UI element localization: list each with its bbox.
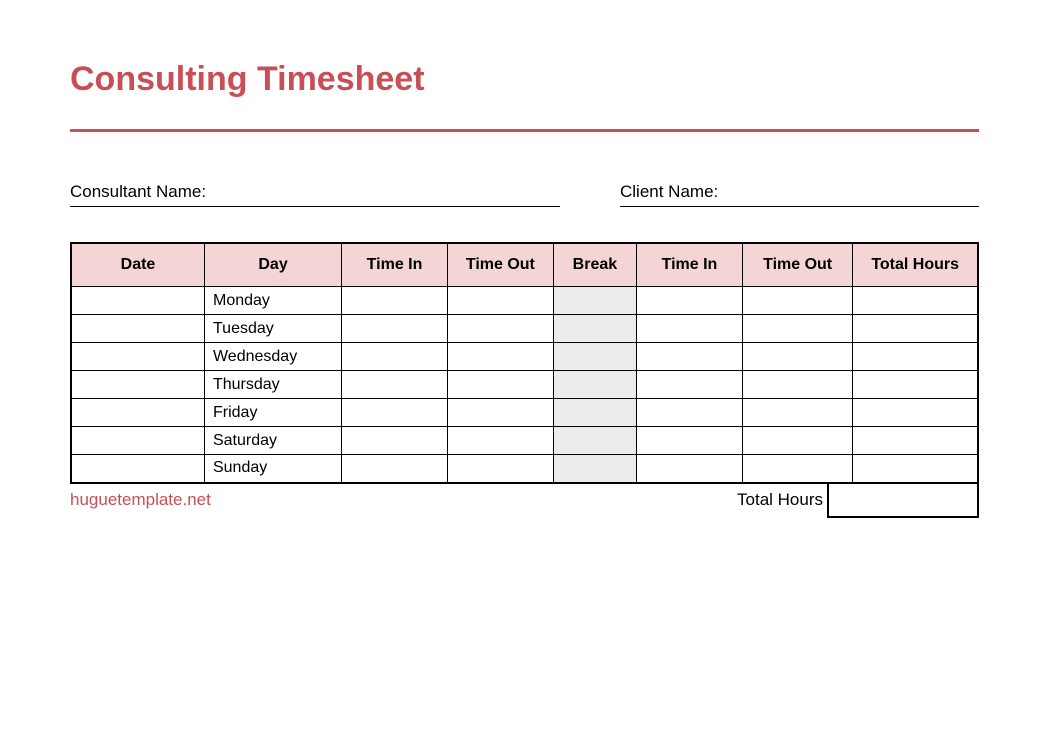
cell-date[interactable]: [71, 427, 204, 455]
cell-time-out-1[interactable]: [447, 455, 553, 483]
table-row: Saturday: [71, 427, 978, 455]
cell-total[interactable]: [853, 343, 978, 371]
cell-time-out-2[interactable]: [742, 371, 852, 399]
cell-time-in-1[interactable]: [342, 399, 448, 427]
cell-total[interactable]: [853, 427, 978, 455]
cell-time-in-2[interactable]: [637, 399, 743, 427]
col-header-total-hours: Total Hours: [853, 243, 978, 287]
cell-time-in-2[interactable]: [637, 371, 743, 399]
cell-time-in-1[interactable]: [342, 455, 448, 483]
footer-row: huguetemplate.net Total Hours: [70, 484, 979, 518]
table-row: Wednesday: [71, 343, 978, 371]
cell-total[interactable]: [853, 287, 978, 315]
cell-break[interactable]: [553, 399, 636, 427]
cell-time-in-2[interactable]: [637, 287, 743, 315]
cell-time-out-2[interactable]: [742, 427, 852, 455]
client-name-field[interactable]: Client Name:: [620, 182, 979, 207]
cell-time-out-2[interactable]: [742, 315, 852, 343]
cell-day: Wednesday: [204, 343, 341, 371]
cell-time-out-1[interactable]: [447, 427, 553, 455]
footer-link[interactable]: huguetemplate.net: [70, 484, 211, 510]
cell-total[interactable]: [853, 399, 978, 427]
cell-date[interactable]: [71, 287, 204, 315]
cell-break[interactable]: [553, 371, 636, 399]
cell-time-in-1[interactable]: [342, 427, 448, 455]
cell-date[interactable]: [71, 343, 204, 371]
cell-time-out-1[interactable]: [447, 399, 553, 427]
cell-day: Friday: [204, 399, 341, 427]
cell-break[interactable]: [553, 315, 636, 343]
cell-time-in-2[interactable]: [637, 315, 743, 343]
cell-break[interactable]: [553, 455, 636, 483]
cell-total[interactable]: [853, 315, 978, 343]
table-row: Monday: [71, 287, 978, 315]
cell-time-in-1[interactable]: [342, 371, 448, 399]
cell-time-out-1[interactable]: [447, 343, 553, 371]
col-header-break: Break: [553, 243, 636, 287]
cell-break[interactable]: [553, 343, 636, 371]
consultant-name-label: Consultant Name:: [70, 182, 206, 201]
total-hours-box[interactable]: [827, 484, 979, 518]
cell-time-in-2[interactable]: [637, 343, 743, 371]
timesheet-table: Date Day Time In Time Out Break Time In …: [70, 242, 979, 484]
cell-break[interactable]: [553, 427, 636, 455]
cell-time-in-2[interactable]: [637, 427, 743, 455]
cell-time-out-2[interactable]: [742, 455, 852, 483]
col-header-date: Date: [71, 243, 204, 287]
total-hours-label: Total Hours: [737, 484, 827, 510]
page-title: Consulting Timesheet: [70, 60, 979, 99]
title-divider: [70, 129, 979, 132]
cell-total[interactable]: [853, 455, 978, 483]
cell-time-out-2[interactable]: [742, 343, 852, 371]
table-row: Sunday: [71, 455, 978, 483]
cell-time-out-2[interactable]: [742, 399, 852, 427]
col-header-time-out-1: Time Out: [447, 243, 553, 287]
cell-time-in-1[interactable]: [342, 315, 448, 343]
table-header-row: Date Day Time In Time Out Break Time In …: [71, 243, 978, 287]
cell-date[interactable]: [71, 399, 204, 427]
cell-time-in-1[interactable]: [342, 343, 448, 371]
cell-break[interactable]: [553, 287, 636, 315]
cell-day: Thursday: [204, 371, 341, 399]
table-row: Tuesday: [71, 315, 978, 343]
cell-day: Monday: [204, 287, 341, 315]
col-header-time-in-1: Time In: [342, 243, 448, 287]
cell-time-in-2[interactable]: [637, 455, 743, 483]
cell-date[interactable]: [71, 455, 204, 483]
name-fields-row: Consultant Name: Client Name:: [70, 182, 979, 207]
cell-time-out-2[interactable]: [742, 287, 852, 315]
cell-time-out-1[interactable]: [447, 315, 553, 343]
cell-day: Tuesday: [204, 315, 341, 343]
consultant-name-field[interactable]: Consultant Name:: [70, 182, 560, 207]
cell-date[interactable]: [71, 315, 204, 343]
col-header-time-in-2: Time In: [637, 243, 743, 287]
col-header-time-out-2: Time Out: [742, 243, 852, 287]
cell-day: Saturday: [204, 427, 341, 455]
cell-date[interactable]: [71, 371, 204, 399]
col-header-day: Day: [204, 243, 341, 287]
table-row: Thursday: [71, 371, 978, 399]
cell-time-out-1[interactable]: [447, 287, 553, 315]
cell-total[interactable]: [853, 371, 978, 399]
cell-time-out-1[interactable]: [447, 371, 553, 399]
client-name-label: Client Name:: [620, 182, 718, 201]
table-row: Friday: [71, 399, 978, 427]
cell-day: Sunday: [204, 455, 341, 483]
cell-time-in-1[interactable]: [342, 287, 448, 315]
table-body: Monday Tuesday Wednesday: [71, 287, 978, 483]
